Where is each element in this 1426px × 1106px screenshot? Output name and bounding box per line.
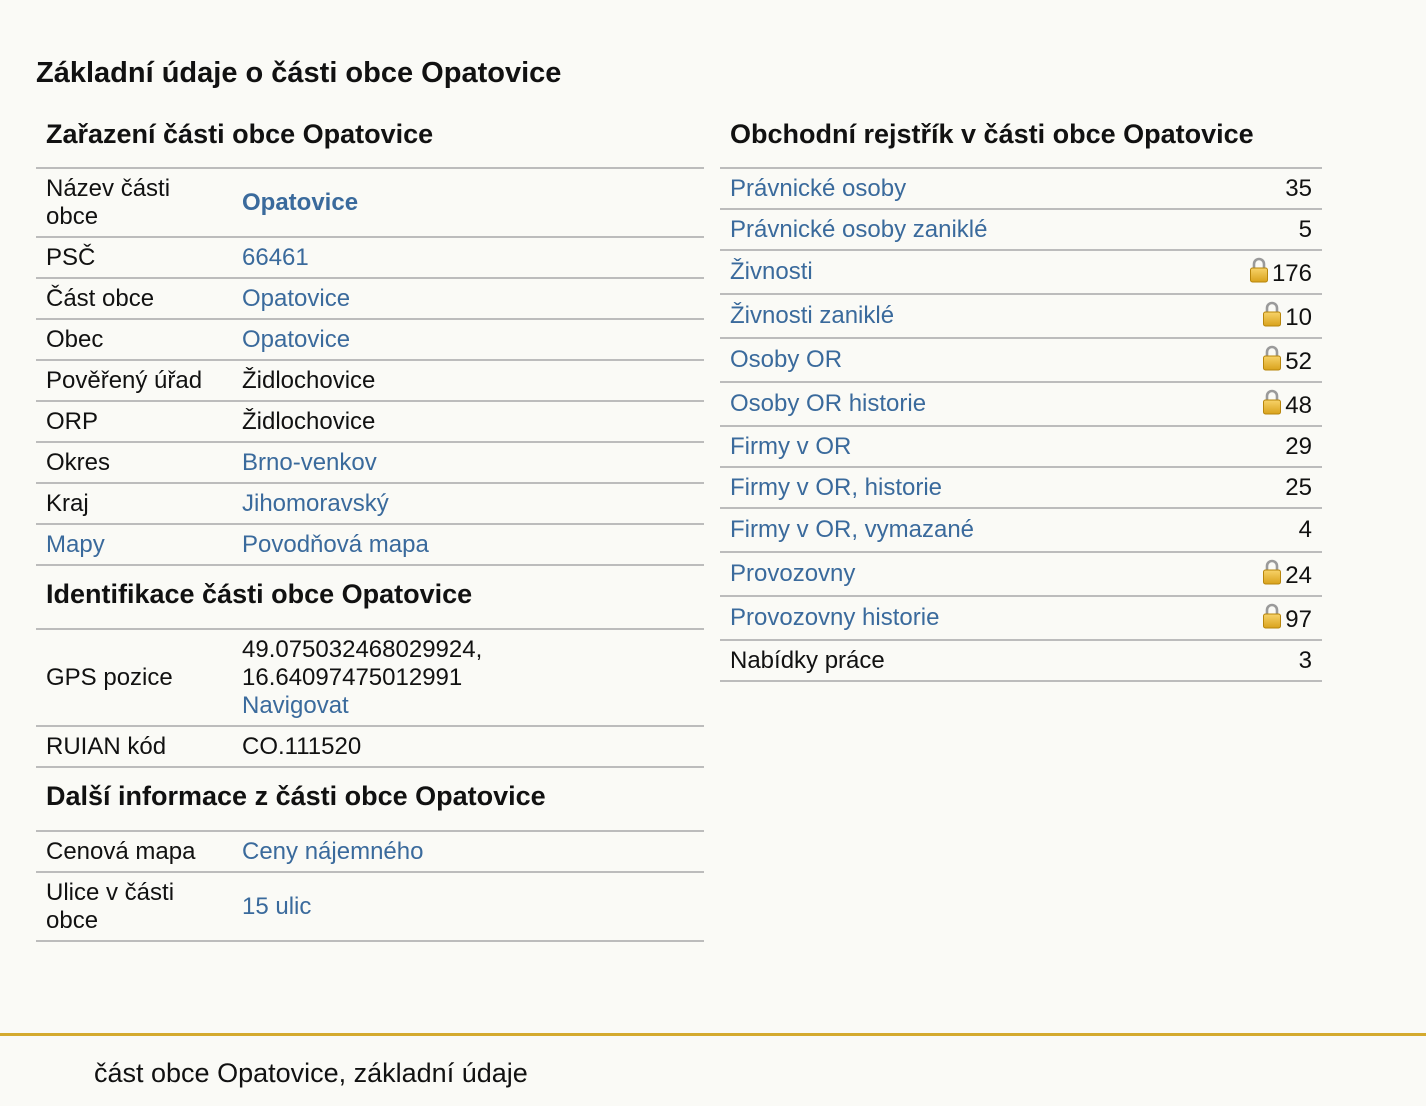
gps-value: 49.075032468029924, 16.64097475012991 [242,635,483,691]
register-row: Živnosti 176 [720,250,1322,294]
register-row: Provozovny 24 [720,552,1322,596]
streets-link[interactable]: 15 ulic [242,893,311,920]
register-count: 24 [1285,561,1312,589]
register-item-link[interactable]: Provozovny [730,560,855,587]
register-item-link[interactable]: Právnické osoby [730,175,906,202]
row-key: Cenová mapa [46,837,196,865]
business-register-heading: Obchodní rejstřík v části obce Opatovice [730,119,1254,149]
register-row: Firmy v OR, historie 25 [720,467,1322,508]
register-item-link[interactable]: Živnosti [730,258,813,285]
footer-divider [0,1033,1426,1036]
municipality-part-name-link[interactable]: Opatovice [242,189,358,216]
page-title: Základní údaje o části obce Opatovice [36,57,562,89]
row-key: Okres [46,448,111,476]
row-key: PSČ [46,243,96,271]
table-row: Kraj Jihomoravský [36,483,704,524]
more-info-table: Cenová mapa Ceny nájemného Ulice v části… [36,830,704,942]
table-row: GPS pozice 49.075032468029924, 16.640974… [36,629,704,726]
table-row: Okres Brno-venkov [36,442,704,483]
register-count: 3 [1298,646,1312,674]
table-row: Část obce Opatovice [36,278,704,319]
table-row: RUIAN kód CO.111520 [36,726,704,767]
table-row: Název části obce Opatovice [36,168,704,237]
register-count: 48 [1285,391,1312,419]
footer-text: část obce Opatovice, základní údaje [94,1058,528,1088]
register-item-link[interactable]: Osoby OR [730,346,842,373]
register-count: 5 [1298,215,1312,243]
table-row: ORP Židlochovice [36,401,704,442]
page: Základní údaje o části obce Opatovice Za… [0,0,1426,1106]
register-row: Firmy v OR 29 [720,426,1322,467]
table-row: Obec Opatovice [36,319,704,360]
register-count: 97 [1285,605,1312,633]
row-key: Pověřený úřad [46,366,203,394]
row-key: Obec [46,325,104,353]
table-row: PSČ 66461 [36,237,704,278]
right-column: Obchodní rejstřík v části obce Opatovice… [720,110,1322,682]
register-item-link[interactable]: Osoby OR historie [730,390,926,417]
register-item-link[interactable]: Firmy v OR [730,433,851,460]
register-row: Osoby OR historie 48 [720,382,1322,426]
lock-icon [1262,603,1282,629]
register-row: Právnické osoby zaniklé 5 [720,209,1322,250]
register-item-link[interactable]: Živnosti zaniklé [730,302,894,329]
register-row: Nabídky práce 3 [720,640,1322,681]
register-row: Firmy v OR, vymazané 4 [720,508,1322,552]
lock-icon [1262,559,1282,585]
authorized-office-value: Židlochovice [242,366,376,394]
row-key: ORP [46,407,99,435]
classification-heading: Zařazení části obce Opatovice [46,119,434,149]
rent-prices-link[interactable]: Ceny nájemného [242,838,423,865]
identification-heading: Identifikace části obce Opatovice [46,579,473,609]
lock-icon [1249,257,1269,283]
register-count: 52 [1285,347,1312,375]
table-row: Pověřený úřad Židlochovice [36,360,704,401]
ruian-label: RUIAN kód [46,732,167,760]
register-count: 35 [1285,174,1312,202]
postal-code-link[interactable]: 66461 [242,244,309,271]
municipality-part-link[interactable]: Opatovice [242,285,350,312]
table-row: Mapy Povodňová mapa [36,524,704,565]
row-key: Ulice v části obce [46,878,175,934]
table-row: Cenová mapa Ceny nájemného [36,831,704,872]
lock-icon [1262,389,1282,415]
orp-value: Židlochovice [242,407,376,435]
more-info-heading: Další informace z části obce Opatovice [46,781,546,811]
row-key: Název části obce [46,174,171,230]
gps-label: GPS pozice [46,663,173,691]
left-column: Zařazení části obce Opatovice Název část… [36,110,704,942]
maps-link[interactable]: Mapy [46,531,105,558]
register-item-link[interactable]: Provozovny historie [730,604,939,631]
business-register-table: Právnické osoby 35 Právnické osoby zaniklé… [720,167,1322,682]
register-row: Provozovny historie 97 [720,596,1322,640]
register-item-link: Nabídky práce [730,646,885,674]
ruian-value: CO.111520 [242,732,362,760]
lock-icon [1262,345,1282,371]
navigate-link[interactable]: Navigovat [242,692,349,719]
row-key: Kraj [46,489,89,517]
register-count: 4 [1298,516,1312,543]
region-link[interactable]: Jihomoravský [242,490,389,517]
register-item-link[interactable]: Právnické osoby zaniklé [730,216,987,243]
flood-map-link[interactable]: Povodňová mapa [242,531,429,558]
row-key: Část obce [46,284,155,312]
classification-table: Název části obce Opatovice PSČ 66461 Čás… [36,167,704,566]
register-count: 10 [1285,303,1312,331]
municipality-link[interactable]: Opatovice [242,326,350,353]
register-item-link[interactable]: Firmy v OR, vymazané [730,516,974,543]
lock-icon [1262,301,1282,327]
register-count: 176 [1271,259,1312,287]
identification-table: GPS pozice 49.075032468029924, 16.640974… [36,628,704,768]
register-row: Živnosti zaniklé 10 [720,294,1322,338]
register-row: Právnické osoby 35 [720,168,1322,209]
register-count: 25 [1285,473,1312,501]
register-row: Osoby OR 52 [720,338,1322,382]
table-row: Ulice v části obce 15 ulic [36,872,704,941]
register-count: 29 [1285,432,1312,460]
register-item-link[interactable]: Firmy v OR, historie [730,474,942,501]
district-link[interactable]: Brno-venkov [242,449,377,476]
